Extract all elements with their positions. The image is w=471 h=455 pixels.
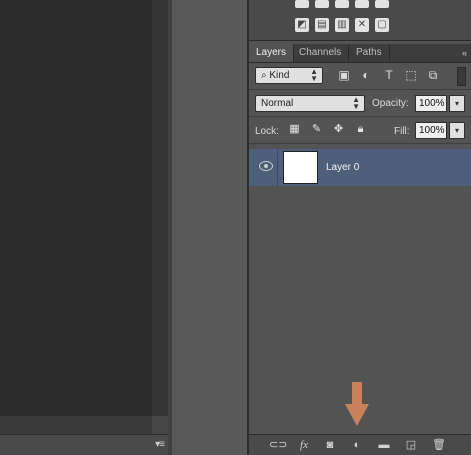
- adjustments-row-bottom: ◩ ▤ ▥ ✕ ▢: [295, 18, 389, 32]
- lock-all-icon[interactable]: 🔒︎: [354, 123, 367, 136]
- lock-fill-row: Lock: ▦ ✎ ✥ 🔒︎ Fill: 100% ▾: [249, 117, 471, 144]
- select-arrows-icon: ▲ ▼: [310, 67, 318, 83]
- opacity-label: Opacity:: [372, 98, 409, 109]
- divider: [277, 149, 278, 186]
- trash-icon[interactable]: 🗑︎: [432, 438, 446, 452]
- collapsed-panel-dock: [172, 0, 248, 455]
- adjustment-preset-icon[interactable]: [295, 0, 309, 8]
- lock-position-icon[interactable]: ✥: [332, 123, 345, 136]
- lock-label: Lock:: [255, 126, 279, 137]
- adjustment-preset-icon[interactable]: [375, 0, 389, 8]
- type-filter-icon[interactable]: T: [382, 68, 396, 82]
- invert-icon[interactable]: ▢: [375, 18, 389, 32]
- panel-collapse-icon[interactable]: «: [462, 48, 467, 58]
- layer-filter-row: ⌕ Kind ▲ ▼ ▣ ◐ T ⬚ ⧉: [249, 63, 471, 90]
- lock-image-pixels-icon[interactable]: ✎: [310, 123, 323, 136]
- tab-channels[interactable]: Channels: [292, 44, 350, 62]
- link-icon[interactable]: ⊂⊃: [269, 438, 287, 452]
- layers-panel-footer: ⊂⊃ fx ◙ ◐ ▬ ◲ 🗑︎: [249, 434, 471, 455]
- layer-name[interactable]: Layer 0: [326, 162, 359, 173]
- smart-object-filter-icon[interactable]: ⧉: [426, 68, 440, 82]
- channel-mixer-icon[interactable]: ▤: [315, 18, 329, 32]
- new-layer-icon[interactable]: ◲: [404, 438, 418, 452]
- adjustment-preset-icon[interactable]: [315, 0, 329, 8]
- fill-field[interactable]: 100%: [415, 122, 447, 139]
- adjustments-panel: ◩ ▤ ▥ ✕ ▢: [249, 0, 471, 41]
- filter-toggle[interactable]: [457, 67, 466, 86]
- horizontal-scrollbar[interactable]: [0, 416, 168, 434]
- down-arrow-annotation: [345, 382, 369, 426]
- blend-opacity-row: Normal ▲ ▼ Opacity: 100% ▾: [249, 90, 471, 117]
- select-arrows-icon: ▲ ▼: [352, 95, 360, 111]
- adjustment-preset-icon[interactable]: [355, 0, 369, 8]
- status-bar: ▾≡: [0, 434, 168, 455]
- adjustment-preset-icon[interactable]: [335, 0, 349, 8]
- tab-layers[interactable]: Layers: [249, 44, 295, 62]
- tab-paths[interactable]: Paths: [349, 44, 390, 62]
- pixel-filter-icon[interactable]: ▣: [337, 68, 351, 82]
- document-canvas-area: ▾≡: [0, 0, 168, 455]
- gradient-map-icon[interactable]: ▥: [335, 18, 349, 32]
- selective-color-icon[interactable]: ✕: [355, 18, 369, 32]
- fx-icon[interactable]: fx: [297, 438, 311, 452]
- filter-kind-select[interactable]: ⌕ Kind ▲ ▼: [255, 67, 323, 84]
- folder-icon[interactable]: ▬: [377, 438, 391, 452]
- layers-panel: ◩ ▤ ▥ ✕ ▢ Layers Channels Paths « ⌕ Kind…: [249, 0, 471, 455]
- panel-tabs: Layers Channels Paths «: [249, 44, 471, 63]
- adjustment-icon[interactable]: ◐: [350, 438, 364, 452]
- filter-kind-label: Kind: [269, 70, 290, 81]
- fill-label: Fill:: [394, 126, 410, 137]
- vertical-scrollbar[interactable]: [152, 0, 168, 416]
- visibility-eye-icon[interactable]: [259, 161, 273, 171]
- scrollbar-corner: [152, 416, 168, 434]
- photo-filter-icon[interactable]: ◩: [295, 18, 309, 32]
- lock-transparency-icon[interactable]: ▦: [288, 123, 301, 136]
- mask-icon[interactable]: ◙: [323, 438, 337, 452]
- adjustment-filter-icon[interactable]: ◐: [359, 68, 373, 82]
- blend-mode-select[interactable]: Normal ▲ ▼: [255, 95, 365, 112]
- layer-thumbnail: [283, 151, 318, 184]
- status-menu-icon[interactable]: ▾≡: [155, 439, 165, 450]
- layer-row[interactable]: Layer 0: [249, 149, 471, 186]
- opacity-dropdown-button[interactable]: ▾: [449, 95, 465, 112]
- adjustments-row-top: [295, 0, 389, 8]
- opacity-field[interactable]: 100%: [415, 95, 447, 112]
- blend-mode-value: Normal: [261, 98, 294, 109]
- shape-filter-icon[interactable]: ⬚: [404, 68, 418, 82]
- fill-dropdown-button[interactable]: ▾: [449, 122, 465, 139]
